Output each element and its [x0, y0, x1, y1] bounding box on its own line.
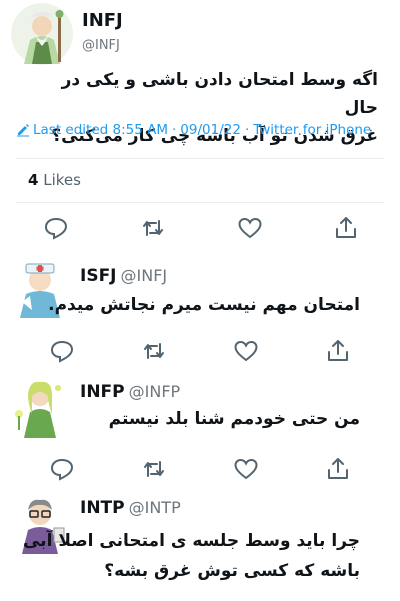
divider: [16, 158, 384, 159]
speech-bubble-icon: [50, 458, 74, 481]
likes-label: Likes: [43, 171, 81, 189]
likes-number: 4: [28, 171, 39, 189]
speech-bubble-icon: [44, 217, 68, 240]
reply-text-line1: چرا باید وسط جلسه ی امتحانی اصلا آبی: [22, 531, 360, 551]
edited-label[interactable]: Last edited 8:55 AM: [33, 122, 168, 138]
retweet-button[interactable]: [139, 214, 167, 242]
reply-button[interactable]: [48, 337, 76, 365]
main-display-name[interactable]: INFJ: [82, 10, 123, 31]
heart-icon: [234, 458, 258, 480]
reply-display-name: INTP: [80, 498, 125, 518]
reply-action-row: [0, 337, 400, 367]
meta-separator-2: ·: [244, 122, 250, 138]
reply-button[interactable]: [42, 214, 70, 242]
share-icon: [328, 458, 348, 479]
main-handle[interactable]: @INFJ: [82, 38, 120, 53]
reply-text: چرا باید وسط جلسه ی امتحانی اصلا آبی باش…: [23, 526, 360, 586]
like-button[interactable]: [236, 214, 264, 242]
share-button[interactable]: [324, 337, 352, 365]
tweet-thread: INFJ @INFJ اگه وسط امتحان دادن باشی و یک…: [0, 0, 400, 601]
reply-author[interactable]: INFP @INFP: [80, 382, 180, 402]
like-button[interactable]: [232, 455, 260, 483]
meta-separator: ·: [172, 122, 177, 138]
share-button[interactable]: [324, 455, 352, 483]
reply-author[interactable]: INTP @INTP: [80, 498, 181, 518]
tweet-source[interactable]: Twitter for iPhone: [253, 122, 371, 138]
share-icon: [336, 217, 356, 238]
main-text-line1: اگه وسط امتحان دادن باشی و یکی در حال: [61, 70, 378, 118]
tweet-meta: Last edited 8:55 AM · 09/01/22 · Twitter…: [16, 122, 371, 138]
reply-text-line2: باشه که کسی توش غرق بشه؟: [104, 561, 360, 581]
reply-button[interactable]: [48, 455, 76, 483]
retweet-icon: [144, 343, 164, 359]
reply-text: من حتی خودمم شنا بلد نیستم: [108, 409, 360, 429]
reply-display-name: INFP: [80, 382, 125, 402]
main-tweet: INFJ @INFJ اگه وسط امتحان دادن باشی و یک…: [0, 0, 400, 208]
retweet-button[interactable]: [140, 455, 168, 483]
infj-avatar[interactable]: [10, 2, 74, 66]
share-icon: [328, 340, 348, 361]
reply-author[interactable]: ISFJ @INFJ: [80, 266, 167, 286]
share-button[interactable]: [332, 214, 360, 242]
reply-handle: @INFP: [128, 382, 181, 401]
retweet-button[interactable]: [140, 337, 168, 365]
main-action-row: [0, 214, 400, 244]
reply-action-row: [0, 455, 400, 485]
tweet-date[interactable]: 09/01/22: [180, 122, 241, 138]
infp-avatar[interactable]: [10, 374, 70, 438]
retweet-icon: [144, 461, 164, 477]
speech-bubble-icon: [50, 340, 74, 363]
like-button[interactable]: [232, 337, 260, 365]
heart-icon: [234, 340, 258, 362]
reply-text: امتحان مهم نیست میرم نجاتش میدم.: [48, 295, 360, 315]
likes-count[interactable]: 4 Likes: [28, 171, 81, 189]
reply-handle: @INTP: [128, 498, 181, 517]
pencil-icon: [17, 124, 29, 137]
heart-icon: [238, 217, 262, 239]
reply-tweet: INTP @INTP چرا باید وسط جلسه ی امتحانی اص…: [0, 488, 400, 601]
reply-handle: @INFJ: [120, 266, 168, 285]
reply-display-name: ISFJ: [80, 266, 117, 286]
divider: [16, 202, 384, 203]
retweet-icon: [143, 220, 163, 236]
